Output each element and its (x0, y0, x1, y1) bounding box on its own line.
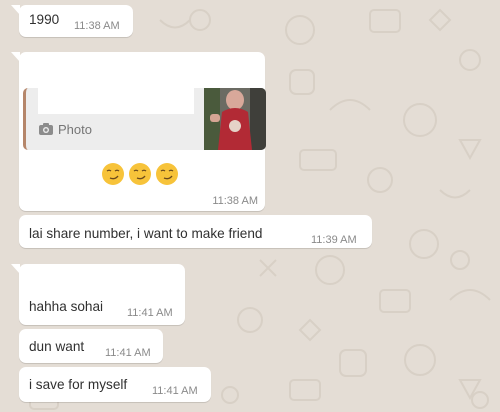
message-text: hahha sohai (29, 299, 104, 314)
message-text: i save for myself (29, 377, 128, 392)
message-text: lai share number, i want to make friend (29, 226, 263, 241)
message-time: 11:41 AM (127, 307, 173, 319)
message-bubble[interactable]: hahha sohai 11:41 AM (11, 264, 185, 325)
message-time: 11:38 AM (212, 195, 258, 207)
message-bubble[interactable]: i save for myself 11:41 AM (19, 367, 211, 402)
message-time: 11:39 AM (311, 234, 357, 246)
camera-icon (38, 122, 54, 136)
quoted-photo-thumbnail[interactable] (204, 88, 266, 150)
message-bubble[interactable]: lai share number, i want to make friend … (19, 215, 372, 248)
smirking-face-icon (128, 162, 152, 189)
message-bubble[interactable]: Photo 11:38 AM (11, 52, 266, 211)
quote-label: Photo (58, 122, 92, 137)
message-text: 1990 (29, 12, 60, 27)
quoted-message[interactable]: Photo (23, 88, 266, 150)
quote-author (38, 88, 194, 114)
message-time: 11:41 AM (152, 385, 198, 397)
message-text: dun want (29, 339, 85, 354)
smirking-face-icon (101, 162, 125, 189)
message-bubble[interactable]: dun want 11:41 AM (19, 329, 163, 363)
smirking-face-icon (155, 162, 179, 189)
message-time: 11:38 AM (74, 20, 120, 32)
emoji-row (101, 162, 179, 189)
message-time: 11:41 AM (105, 347, 151, 359)
message-bubble[interactable]: 1990 11:38 AM (11, 5, 133, 37)
